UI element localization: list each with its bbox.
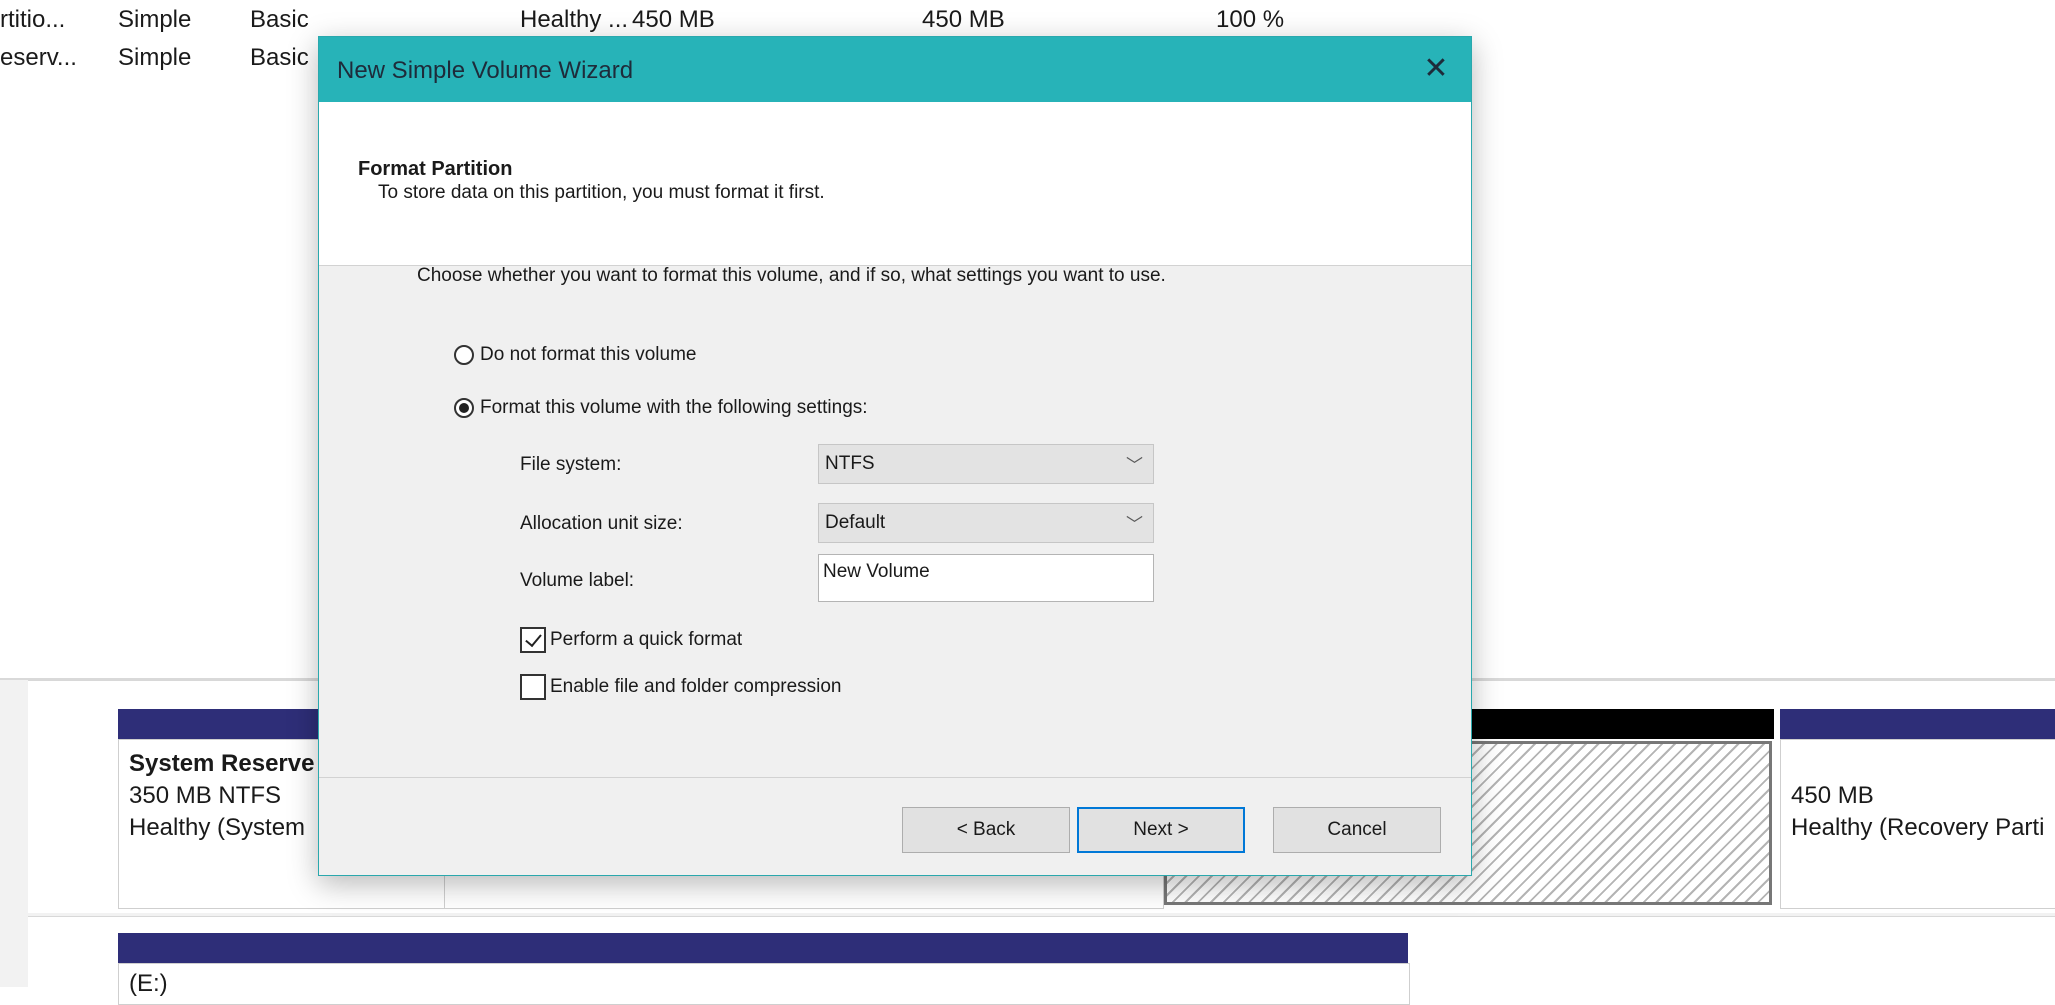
file-system-label: File system:: [520, 454, 622, 475]
format-volume-radio[interactable]: [454, 398, 474, 418]
do-not-format-option[interactable]: Do not format this volume: [454, 344, 696, 366]
volume-row[interactable]: rtitio... Simple Basic Healthy ... 450 M…: [0, 6, 1400, 40]
volume-layout: Simple: [118, 6, 192, 33]
dialog-titlebar[interactable]: New Simple Volume Wizard ✕: [319, 37, 1471, 102]
cancel-button[interactable]: Cancel: [1273, 807, 1441, 853]
allocation-unit-size-dropdown[interactable]: Default ﹀: [818, 503, 1154, 543]
back-button[interactable]: < Back: [902, 807, 1070, 853]
volume-label-value: New Volume: [823, 561, 930, 582]
footer-divider: [319, 777, 1471, 778]
format-volume-label: Format this volume with the following se…: [480, 397, 868, 418]
file-system-dropdown[interactable]: NTFS ﹀: [818, 444, 1154, 484]
close-button[interactable]: ✕: [1401, 37, 1471, 102]
do-not-format-label: Do not format this volume: [480, 344, 697, 365]
dialog-title: New Simple Volume Wizard: [337, 57, 634, 84]
volume-capacity: 450 MB: [632, 6, 715, 33]
volume-row[interactable]: eserv... Simple Basic: [0, 44, 320, 78]
volume-label-label: Volume label:: [520, 570, 635, 591]
quick-format-checkbox[interactable]: [520, 627, 546, 653]
allocation-unit-size-value: Default: [825, 512, 886, 533]
partition-size: 450 MB: [1791, 782, 1874, 809]
volume-type: Basic: [250, 6, 309, 33]
quick-format-option[interactable]: Perform a quick format: [520, 627, 742, 653]
new-simple-volume-wizard-dialog: New Simple Volume Wizard ✕ Format Partit…: [318, 36, 1472, 876]
recovery-partition[interactable]: 450 MB Healthy (Recovery Parti: [1780, 739, 2055, 909]
chevron-down-icon: ﹀: [1126, 515, 1143, 534]
volume-free-space: 450 MB: [922, 6, 1005, 33]
instructions-text: Choose whether you want to format this v…: [417, 265, 1166, 286]
volume-label-input[interactable]: New Volume: [818, 554, 1154, 602]
volume-type: Basic: [250, 44, 309, 71]
volume-name: eserv...: [0, 44, 77, 71]
disk-1-partition-bar: [118, 933, 1408, 963]
volume-layout: Simple: [118, 44, 192, 71]
format-volume-option[interactable]: Format this volume with the following se…: [454, 397, 868, 419]
wizard-header: Format Partition To store data on this p…: [319, 102, 1471, 266]
chevron-down-icon: ﹀: [1126, 456, 1143, 475]
compression-label: Enable file and folder compression: [550, 676, 842, 697]
partition-status: Healthy (Recovery Parti: [1791, 814, 2045, 841]
disk-1-row: (E:): [28, 916, 2055, 1005]
disk-1-partition[interactable]: (E:): [118, 963, 1410, 1005]
volume-percent-free: 100 %: [1216, 6, 1285, 33]
compression-option[interactable]: Enable file and folder compression: [520, 674, 842, 700]
next-button[interactable]: Next >: [1077, 807, 1245, 853]
recovery-partition-bar: [1780, 709, 2055, 739]
file-system-value: NTFS: [825, 453, 875, 474]
quick-format-label: Perform a quick format: [550, 629, 743, 650]
page-subtitle: To store data on this partition, you mus…: [378, 182, 825, 203]
volume-name: rtitio...: [0, 6, 66, 33]
do-not-format-radio[interactable]: [454, 345, 474, 365]
close-icon: ✕: [1423, 52, 1449, 85]
volume-status: Healthy ...: [520, 6, 629, 33]
compression-checkbox[interactable]: [520, 674, 546, 700]
allocation-unit-size-label: Allocation unit size:: [520, 513, 683, 534]
page-title: Format Partition: [358, 158, 513, 180]
partition-label: (E:): [129, 970, 168, 997]
